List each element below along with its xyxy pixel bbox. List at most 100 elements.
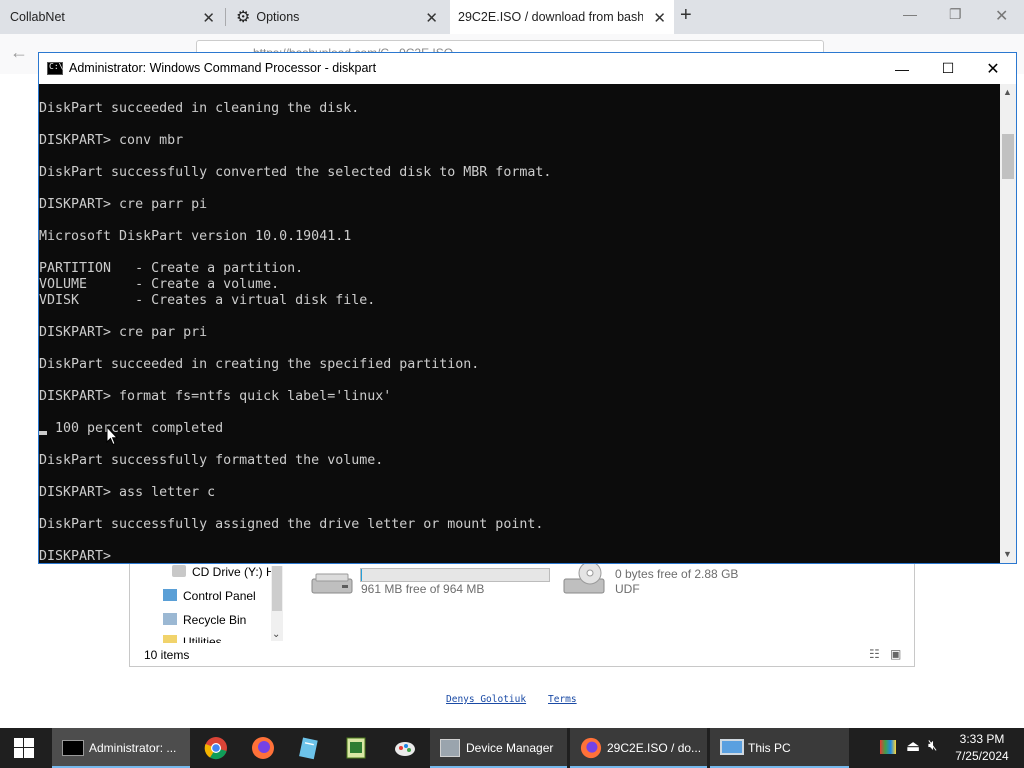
cmd-icon: C:\ xyxy=(47,62,63,75)
close-icon[interactable]: ✕ xyxy=(653,9,666,27)
nav-item-recycle-bin[interactable]: Recycle Bin xyxy=(163,613,246,627)
console-line: DISKPART> xyxy=(39,549,120,563)
taskbar: Administrator: ... Device Manager 29C2E.… xyxy=(0,728,1024,768)
spreadsheet-icon[interactable] xyxy=(344,736,368,760)
taskbar-app-label: 29C2E.ISO / do... xyxy=(607,741,702,755)
taskbar-app-label: This PC xyxy=(748,741,791,755)
this-pc-icon xyxy=(720,739,744,755)
nav-label: CD Drive (Y:) H xyxy=(192,565,275,579)
close-button[interactable]: ✕ xyxy=(970,53,1016,84)
tab-collabnet[interactable]: CollabNet ✕ xyxy=(0,0,225,34)
tab-label: CollabNet xyxy=(10,10,65,24)
paint-icon[interactable] xyxy=(393,736,417,760)
mouse-pointer-icon xyxy=(106,426,118,446)
author-link[interactable]: Denys Golotiuk xyxy=(446,694,526,705)
command-prompt-window[interactable]: C:\ Administrator: Windows Command Proce… xyxy=(38,52,1017,564)
tab-label: 29C2E.ISO / download from bashu xyxy=(458,10,643,24)
chrome-icon[interactable] xyxy=(204,736,228,760)
drive-space-bar xyxy=(360,568,550,582)
minimize-icon[interactable]: — xyxy=(903,6,917,22)
console-line: PARTITION - Create a partition. xyxy=(39,261,304,276)
console-line: DISKPART> conv mbr xyxy=(39,133,184,148)
nav-label: Utilities xyxy=(183,635,222,643)
window-title: Administrator: Windows Command Processor… xyxy=(69,61,377,75)
nav-item-cd-drive[interactable]: CD Drive (Y:) H xyxy=(172,565,275,579)
restore-icon[interactable]: ❐ xyxy=(949,6,962,23)
console-line: Microsoft DiskPart version 10.0.19041.1 xyxy=(39,229,352,244)
details-view-icon[interactable]: ☷ xyxy=(869,647,880,661)
nav-label: Recycle Bin xyxy=(183,613,247,627)
cd-drive-icon xyxy=(172,565,186,577)
device-manager-icon xyxy=(440,739,460,757)
terms-link[interactable]: Terms xyxy=(548,694,577,705)
nav-item-utilities[interactable]: Utilities xyxy=(163,635,222,643)
back-icon[interactable]: ← xyxy=(10,42,28,63)
console-line: DISKPART> ass letter c xyxy=(39,485,216,500)
scroll-down-icon[interactable]: ▼ xyxy=(1003,549,1012,559)
close-window-icon[interactable]: ✕ xyxy=(995,6,1008,26)
hard-drive-icon xyxy=(311,573,353,594)
console-line: DISKPART> format fs=ntfs quick label='li… xyxy=(39,389,392,404)
minimize-icon: — xyxy=(895,60,909,77)
clock-date[interactable]: 7/25/2024 xyxy=(954,749,1010,763)
status-item-count: 10 items xyxy=(144,648,190,662)
color-app-tray-icon[interactable] xyxy=(880,740,896,754)
close-icon: ✕ xyxy=(986,60,1000,78)
notepad-icon[interactable] xyxy=(297,736,321,760)
chevron-down-icon[interactable]: ⌄ xyxy=(272,629,280,640)
maximize-button[interactable]: ☐ xyxy=(925,53,971,84)
taskbar-app-label: Administrator: ... xyxy=(89,741,177,755)
drive-filesystem: UDF xyxy=(615,582,640,596)
control-panel-icon xyxy=(163,589,177,601)
taskbar-app-this-pc[interactable]: This PC xyxy=(710,728,849,768)
cmd-title-bar[interactable]: C:\ Administrator: Windows Command Proce… xyxy=(39,53,1016,84)
windows-start-icon[interactable] xyxy=(14,738,34,758)
taskbar-app-cmd[interactable]: Administrator: ... xyxy=(52,728,190,768)
new-tab-icon[interactable]: + xyxy=(680,4,692,27)
console-line: DiskPart successfully converted the sele… xyxy=(39,165,552,180)
console-line: DiskPart successfully formatted the volu… xyxy=(39,453,384,468)
cmd-icon xyxy=(62,740,84,756)
console-line: DISKPART> cre parr pi xyxy=(39,197,208,212)
gear-icon: ⚙ xyxy=(236,9,251,26)
console-line: DiskPart successfully assigned the drive… xyxy=(39,517,544,532)
scroll-thumb[interactable] xyxy=(1002,134,1014,179)
close-icon[interactable]: ✕ xyxy=(425,9,438,27)
usb-tray-icon[interactable]: ⏏ xyxy=(906,737,920,755)
console-scrollbar[interactable]: ▲ ▼ xyxy=(1000,84,1016,563)
progress-cursor xyxy=(39,431,47,435)
folder-icon xyxy=(163,635,177,643)
tab-label: Options xyxy=(256,10,300,24)
nav-item-control-panel[interactable]: Control Panel xyxy=(163,589,256,603)
firefox-icon[interactable] xyxy=(251,736,275,760)
console-line: DiskPart succeeded in creating the speci… xyxy=(39,357,480,372)
nav-scroll-thumb[interactable] xyxy=(272,566,282,611)
console-line: VOLUME - Create a volume. xyxy=(39,277,280,292)
minimize-button[interactable]: — xyxy=(879,53,925,84)
console-line: VDISK - Creates a virtual disk file. xyxy=(39,293,376,308)
scroll-up-icon[interactable]: ▲ xyxy=(1003,87,1012,97)
firefox-icon xyxy=(580,737,602,759)
taskbar-app-label: Device Manager xyxy=(466,741,554,755)
drive-free-space: 961 MB free of 964 MB xyxy=(361,582,485,596)
taskbar-app-device-manager[interactable]: Device Manager xyxy=(430,728,567,768)
recycle-bin-icon xyxy=(163,613,177,625)
console-line: DISKPART> cre par pri xyxy=(39,325,208,340)
console-output[interactable]: DiskPart succeeded in cleaning the disk.… xyxy=(39,84,1000,563)
clock-time[interactable]: 3:33 PM xyxy=(954,732,1010,746)
file-explorer-window: CD Drive (Y:) H Control Panel Recycle Bi… xyxy=(129,560,915,667)
console-line: 100 percent completed xyxy=(39,421,224,436)
close-icon[interactable]: ✕ xyxy=(202,9,215,27)
volume-muted-icon[interactable]: 🔇︎ xyxy=(928,737,937,754)
large-icons-view-icon[interactable]: ▣ xyxy=(890,647,901,661)
nav-label: Control Panel xyxy=(183,589,256,603)
dvd-drive-icon xyxy=(563,561,605,594)
browser-tab-strip: CollabNet ✕ ⚙ Options ✕ 29C2E.ISO / down… xyxy=(0,0,1024,34)
taskbar-app-firefox-download[interactable]: 29C2E.ISO / do... xyxy=(570,728,707,768)
drive-space-fill xyxy=(361,569,362,581)
maximize-icon: ☐ xyxy=(941,60,955,76)
drive-free-space: 0 bytes free of 2.88 GB xyxy=(615,567,739,581)
tab-options[interactable]: ⚙ Options ✕ xyxy=(226,0,448,34)
console-line: DiskPart succeeded in cleaning the disk. xyxy=(39,101,360,116)
tab-download[interactable]: 29C2E.ISO / download from bashu ✕ xyxy=(450,0,674,34)
